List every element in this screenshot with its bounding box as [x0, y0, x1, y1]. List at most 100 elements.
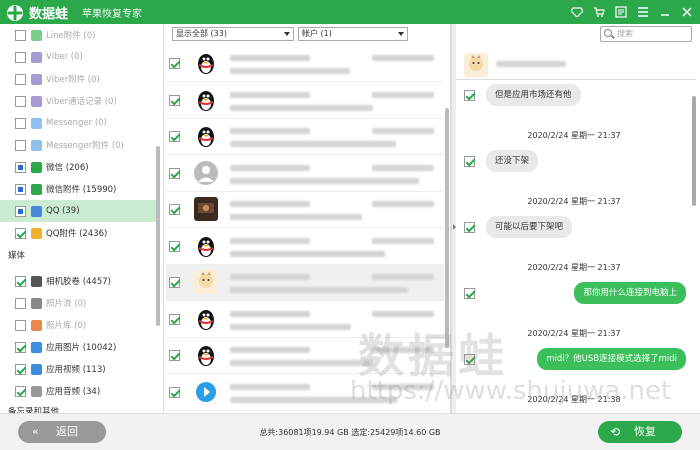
- category-checkbox[interactable]: [15, 385, 26, 397]
- category-item[interactable]: 照片流 (0): [0, 292, 160, 314]
- category-checkbox[interactable]: [15, 139, 26, 151]
- category-item[interactable]: 应用音频 (34): [0, 380, 160, 402]
- app-icon: [31, 275, 42, 287]
- message-timestamp: 2020/2/24 星期一 21:37: [527, 197, 621, 206]
- category-checkbox[interactable]: [15, 51, 26, 63]
- conversation-row[interactable]: [166, 119, 444, 155]
- conversation-row[interactable]: [166, 229, 444, 265]
- conversation-row[interactable]: [166, 302, 444, 338]
- row-checkbox[interactable]: [169, 350, 180, 361]
- chat-scrollbar[interactable]: [692, 96, 696, 206]
- category-checkbox[interactable]: [15, 319, 26, 331]
- category-checkbox[interactable]: [15, 117, 26, 129]
- account-dropdown[interactable]: 帐户 (1): [298, 27, 408, 41]
- category-item[interactable]: 应用视频 (113): [0, 358, 160, 380]
- feedback-icon[interactable]: [614, 5, 628, 19]
- row-checkbox[interactable]: [169, 204, 180, 215]
- category-checkbox[interactable]: [15, 363, 26, 375]
- incoming-message-bubble: 还没下架: [486, 150, 539, 172]
- message-date-blurred: [372, 310, 434, 317]
- message-date-blurred: [372, 128, 434, 134]
- row-checkbox[interactable]: [169, 131, 180, 142]
- category-item[interactable]: Messenger (0): [0, 112, 160, 134]
- app-subtitle: 苹果恢复专家: [82, 9, 143, 20]
- category-checkbox[interactable]: [15, 73, 26, 85]
- minimize-icon[interactable]: [658, 5, 672, 19]
- app-icon: [31, 161, 42, 173]
- category-checkbox[interactable]: [15, 275, 26, 287]
- account-filter-label: 帐户 (1): [302, 29, 332, 38]
- show-filter-dropdown[interactable]: 显示全部 (33): [172, 27, 294, 41]
- category-item[interactable]: 照片库 (0): [0, 314, 160, 336]
- category-item[interactable]: Viber通话记录 (0): [0, 90, 160, 112]
- message-checkbox[interactable]: [464, 156, 475, 167]
- category-checkbox[interactable]: [15, 183, 26, 195]
- category-checkbox[interactable]: [15, 161, 26, 173]
- category-item[interactable]: 相机胶卷 (4457): [0, 270, 160, 292]
- search-icon: [604, 29, 612, 37]
- app-icon: [31, 297, 42, 309]
- category-checkbox[interactable]: [15, 297, 26, 309]
- category-item[interactable]: Line附件 (0): [0, 24, 160, 46]
- category-item[interactable]: 微信 (206): [0, 156, 160, 178]
- close-icon[interactable]: [680, 5, 694, 19]
- conversation-row[interactable]: [166, 83, 444, 119]
- category-item[interactable]: QQ (39): [0, 200, 160, 222]
- category-label: 应用图片 (10042): [46, 343, 117, 353]
- chat-detail-panel: 搜索 但是应用市场还有他 2020/2/24 星期一 21:37 还没下架 2020/…: [456, 24, 700, 436]
- row-checkbox[interactable]: [169, 277, 180, 288]
- message-checkbox[interactable]: [464, 90, 475, 101]
- chevron-down-icon: [398, 32, 404, 36]
- menu-icon[interactable]: [636, 5, 650, 19]
- message-checkbox[interactable]: [464, 354, 475, 365]
- cart-icon[interactable]: [592, 5, 606, 19]
- category-item[interactable]: 微信附件 (15990): [0, 178, 160, 200]
- app-icon: [31, 117, 42, 129]
- diamond-icon[interactable]: [570, 5, 584, 19]
- category-item[interactable]: QQ附件 (2436): [0, 222, 160, 244]
- row-checkbox[interactable]: [169, 240, 180, 252]
- contact-avatar: [194, 197, 218, 221]
- conversation-scrollbar[interactable]: [445, 108, 449, 348]
- conversation-row[interactable]: [166, 192, 444, 228]
- row-checkbox[interactable]: [169, 313, 180, 325]
- category-item[interactable]: 应用图片 (10042): [0, 336, 160, 358]
- category-checkbox[interactable]: [15, 205, 26, 217]
- row-checkbox[interactable]: [169, 167, 180, 179]
- conversation-row[interactable]: [166, 338, 444, 374]
- contact-name-blurred: [230, 237, 310, 244]
- category-scrollbar[interactable]: [156, 146, 160, 326]
- message-checkbox[interactable]: [464, 288, 475, 299]
- message-date-blurred: [372, 91, 434, 98]
- app-icon: [31, 139, 42, 151]
- category-item[interactable]: Viber (0): [0, 46, 160, 68]
- category-label: 微信附件 (15990): [46, 185, 117, 195]
- search-placeholder: 搜索: [617, 29, 633, 38]
- app-icon: [31, 205, 42, 217]
- category-checkbox[interactable]: [15, 95, 26, 107]
- app-name: 数据蛙: [29, 7, 69, 22]
- category-checkbox[interactable]: [15, 341, 26, 353]
- row-checkbox[interactable]: [169, 386, 180, 398]
- category-checkbox[interactable]: [15, 29, 26, 41]
- message-checkbox[interactable]: [464, 222, 475, 233]
- conversation-row[interactable]: [166, 46, 444, 82]
- category-item[interactable]: Viber附件 (0): [0, 68, 160, 90]
- message-preview-blurred: [230, 360, 374, 366]
- category-checkbox[interactable]: [15, 227, 26, 239]
- logo-icon: [7, 4, 23, 21]
- row-checkbox[interactable]: [169, 94, 180, 106]
- restore-button[interactable]: ⟲ 恢复: [598, 421, 682, 443]
- message-date-blurred: [372, 347, 434, 353]
- incoming-message-bubble: 但是应用市场还有他: [486, 84, 581, 106]
- conversation-row[interactable]: [166, 375, 444, 411]
- category-item[interactable]: Messenger附件 (0): [0, 134, 160, 156]
- window-controls: [570, 5, 694, 19]
- category-label: 照片库 (0): [46, 321, 87, 331]
- row-checkbox[interactable]: [169, 58, 180, 69]
- contact-name-blurred: [230, 55, 310, 61]
- conversation-row[interactable]: [166, 156, 444, 192]
- restore-arrow-icon: ⟲: [610, 425, 621, 439]
- search-input[interactable]: 搜索: [600, 26, 692, 42]
- conversation-row[interactable]: [166, 265, 444, 301]
